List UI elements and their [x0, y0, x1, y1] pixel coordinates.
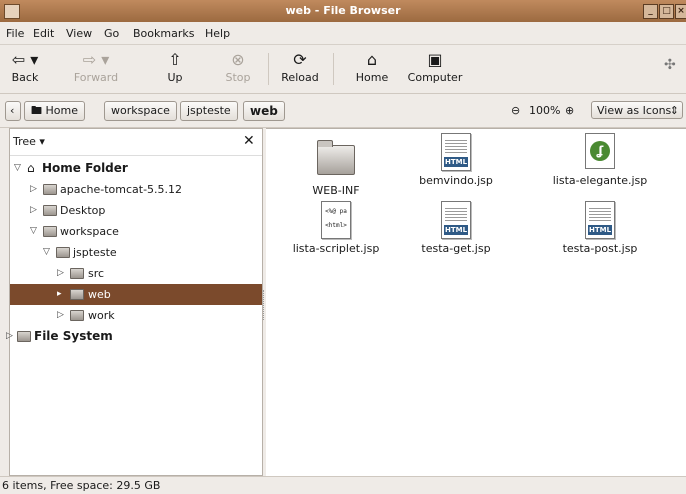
- tree-item-home-folder[interactable]: ▽ ⌂ Home Folder: [10, 158, 262, 179]
- html-document-icon: HTML: [441, 201, 471, 239]
- throbber-icon: ✣: [664, 57, 676, 73]
- expander-open-icon: ▽: [14, 163, 21, 173]
- html-document-icon: HTML: [441, 133, 471, 171]
- tree-item-work[interactable]: ▷ work: [10, 305, 262, 326]
- file-item-lista-scriplet[interactable]: <%@ pa <html> lista-scriplet.jsp: [276, 201, 396, 255]
- folder-icon: [17, 331, 31, 342]
- forward-arrow-icon: ⇨ ▾: [82, 50, 110, 69]
- toolbar: ⇦ ▾ Back ⇨ ▾ Forward ⇧ Up ⊗ Stop ⟳ Reloa…: [0, 45, 686, 94]
- menu-go[interactable]: Go: [104, 27, 119, 40]
- folder-icon: [43, 184, 57, 195]
- tree-item-jspteste[interactable]: ▽ jspteste: [10, 242, 262, 263]
- crumb-home[interactable]: 🖿 Home: [24, 101, 85, 121]
- file-item-web-inf[interactable]: WEB-INF: [276, 139, 396, 197]
- tree-item-workspace[interactable]: ▽ workspace: [10, 221, 262, 242]
- minimize-button[interactable]: _: [643, 4, 658, 19]
- expander-closed-icon: ▷: [30, 184, 37, 194]
- toolbar-separator: [268, 53, 269, 85]
- view-as-select[interactable]: View as Icons ⇕: [591, 101, 683, 119]
- crumb-web[interactable]: web: [243, 101, 285, 121]
- status-bar: 6 items, Free space: 29.5 GB: [0, 476, 686, 494]
- chevron-down-icon: ▾: [39, 135, 45, 148]
- crumb-workspace[interactable]: workspace: [104, 101, 177, 121]
- gnome-foot-icon: ʆ: [585, 133, 615, 169]
- home-folder-icon: 🖿: [31, 104, 42, 117]
- back-button[interactable]: ⇦ ▾ Back: [4, 47, 46, 91]
- menu-bar: File Edit View Go Bookmarks Help: [0, 22, 686, 45]
- stop-icon: ⊗: [231, 50, 245, 69]
- tree-item-apache-tomcat[interactable]: ▷ apache-tomcat-5.5.12: [10, 179, 262, 200]
- folder-icon: [56, 247, 70, 258]
- menu-file[interactable]: File: [6, 27, 24, 40]
- file-icon-view: WEB-INF HTML bemvindo.jsp ʆ lista-elegan…: [266, 128, 686, 476]
- reload-icon: ⟳: [293, 50, 307, 69]
- menu-view[interactable]: View: [66, 27, 92, 40]
- reload-button[interactable]: ⟳ Reload: [278, 47, 322, 91]
- folder-icon: [317, 140, 355, 175]
- zoom-out-icon[interactable]: ⊖: [511, 104, 520, 117]
- toolbar-separator: [333, 53, 334, 85]
- stop-button[interactable]: ⊗ Stop: [222, 47, 254, 91]
- folder-icon: [43, 226, 57, 237]
- computer-button[interactable]: ▣ Computer: [404, 47, 466, 91]
- home-icon: ⌂: [366, 50, 378, 69]
- close-sidebar-icon[interactable]: ✕: [243, 133, 255, 149]
- computer-icon: ▣: [427, 50, 443, 69]
- sidebar-type-select[interactable]: Tree ▾: [13, 135, 45, 148]
- folder-icon: [70, 310, 84, 321]
- window-title: web - File Browser: [285, 4, 401, 17]
- status-text: 6 items, Free space: 29.5 GB: [2, 479, 161, 492]
- desktop-folder-icon: [43, 205, 57, 216]
- spinner-arrows-icon: ⇕: [669, 104, 679, 117]
- maximize-button[interactable]: □: [659, 4, 674, 19]
- up-arrow-icon: ⇧: [168, 50, 182, 69]
- file-item-bemvindo[interactable]: HTML bemvindo.jsp: [396, 133, 516, 187]
- home-button[interactable]: ⌂ Home: [351, 47, 393, 91]
- sidebar-header: Tree ▾ ✕: [10, 129, 262, 156]
- tree-item-file-system[interactable]: ▷ File System: [6, 326, 262, 347]
- folder-icon: [70, 289, 84, 300]
- menu-bookmarks[interactable]: Bookmarks: [133, 27, 194, 40]
- location-bar: ‹ 🖿 Home workspace jspteste web ⊖ 100% ⊕…: [0, 95, 686, 128]
- html-document-icon: HTML: [585, 201, 615, 239]
- home-icon: ⌂: [27, 161, 35, 175]
- title-bar: web - File Browser _ □ ×: [0, 0, 686, 22]
- sidebar-tree: Tree ▾ ✕ ▽ ⌂ Home Folder ▷ apache-tomcat…: [6, 128, 263, 476]
- path-left-arrow[interactable]: ‹: [5, 101, 21, 121]
- expander-closed-icon: ▷: [6, 331, 13, 341]
- tree-item-src[interactable]: ▷ src: [10, 263, 262, 284]
- expander-open-icon: ▽: [30, 226, 37, 236]
- chevron-left-icon: ‹: [10, 104, 15, 117]
- expander-closed-icon: ▷: [57, 268, 64, 278]
- expander-closed-icon: ▷: [57, 310, 64, 320]
- source-code-document-icon: <%@ pa <html>: [321, 201, 351, 239]
- expander-closed-icon: ▸: [57, 289, 62, 299]
- menu-edit[interactable]: Edit: [33, 27, 54, 40]
- menu-help[interactable]: Help: [205, 27, 230, 40]
- zoom-level[interactable]: 100%: [529, 104, 560, 117]
- forward-button[interactable]: ⇨ ▾ Forward: [70, 47, 122, 91]
- tree-item-desktop[interactable]: ▷ Desktop: [10, 200, 262, 221]
- folder-icon: [70, 268, 84, 279]
- tree-item-web[interactable]: ▸ web: [10, 284, 262, 305]
- file-item-testa-post[interactable]: HTML testa-post.jsp: [540, 201, 660, 255]
- expander-closed-icon: ▷: [30, 205, 37, 215]
- expander-open-icon: ▽: [43, 247, 50, 257]
- file-item-lista-elegante[interactable]: ʆ lista-elegante.jsp: [540, 133, 660, 187]
- zoom-in-icon[interactable]: ⊕: [565, 104, 574, 117]
- back-arrow-icon: ⇦ ▾: [11, 50, 39, 69]
- close-window-button[interactable]: ×: [675, 4, 686, 19]
- file-item-testa-get[interactable]: HTML testa-get.jsp: [396, 201, 516, 255]
- crumb-jspteste[interactable]: jspteste: [180, 101, 238, 121]
- up-button[interactable]: ⇧ Up: [160, 47, 190, 91]
